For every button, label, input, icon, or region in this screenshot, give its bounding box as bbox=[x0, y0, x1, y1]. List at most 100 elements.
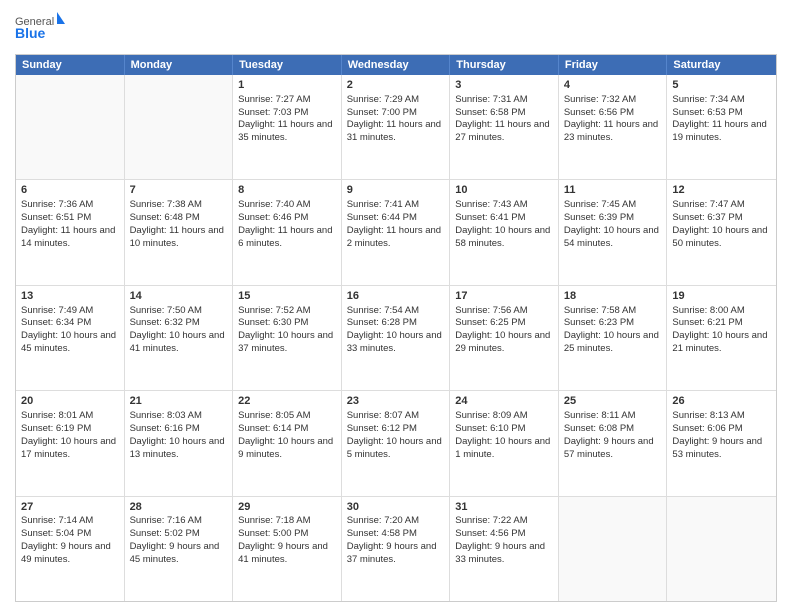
daylight-text: Daylight: 10 hours and 9 minutes. bbox=[238, 436, 333, 460]
sunset-text: Sunset: 6:48 PM bbox=[130, 212, 200, 223]
daylight-text: Daylight: 10 hours and 17 minutes. bbox=[21, 436, 116, 460]
day-number: 10 bbox=[455, 183, 553, 198]
sunrise-text: Sunrise: 7:43 AM bbox=[455, 199, 527, 210]
sunrise-text: Sunrise: 7:50 AM bbox=[130, 305, 202, 316]
sunset-text: Sunset: 6:06 PM bbox=[672, 423, 742, 434]
day-cell-20: 20 Sunrise: 8:01 AM Sunset: 6:19 PM Dayl… bbox=[16, 391, 125, 495]
daylight-text: Daylight: 10 hours and 58 minutes. bbox=[455, 225, 550, 249]
calendar-row-5: 27 Sunrise: 7:14 AM Sunset: 5:04 PM Dayl… bbox=[16, 497, 776, 601]
sunrise-text: Sunrise: 7:56 AM bbox=[455, 305, 527, 316]
sunset-text: Sunset: 6:12 PM bbox=[347, 423, 417, 434]
day-cell-15: 15 Sunrise: 7:52 AM Sunset: 6:30 PM Dayl… bbox=[233, 286, 342, 390]
sunrise-text: Sunrise: 8:01 AM bbox=[21, 410, 93, 421]
calendar-row-2: 6 Sunrise: 7:36 AM Sunset: 6:51 PM Dayli… bbox=[16, 180, 776, 285]
sunrise-text: Sunrise: 8:07 AM bbox=[347, 410, 419, 421]
sunrise-text: Sunrise: 7:45 AM bbox=[564, 199, 636, 210]
day-cell-7: 7 Sunrise: 7:38 AM Sunset: 6:48 PM Dayli… bbox=[125, 180, 234, 284]
sunset-text: Sunset: 5:02 PM bbox=[130, 528, 200, 539]
day-number: 23 bbox=[347, 394, 445, 409]
day-cell-11: 11 Sunrise: 7:45 AM Sunset: 6:39 PM Dayl… bbox=[559, 180, 668, 284]
day-number: 19 bbox=[672, 289, 771, 304]
sunrise-text: Sunrise: 8:00 AM bbox=[672, 305, 744, 316]
day-cell-26: 26 Sunrise: 8:13 AM Sunset: 6:06 PM Dayl… bbox=[667, 391, 776, 495]
day-number: 25 bbox=[564, 394, 662, 409]
day-cell-25: 25 Sunrise: 8:11 AM Sunset: 6:08 PM Dayl… bbox=[559, 391, 668, 495]
day-number: 4 bbox=[564, 78, 662, 93]
daylight-text: Daylight: 11 hours and 10 minutes. bbox=[130, 225, 224, 249]
sunrise-text: Sunrise: 7:58 AM bbox=[564, 305, 636, 316]
day-number: 14 bbox=[130, 289, 228, 304]
sunset-text: Sunset: 7:03 PM bbox=[238, 107, 308, 118]
sunset-text: Sunset: 6:56 PM bbox=[564, 107, 634, 118]
sunrise-text: Sunrise: 8:11 AM bbox=[564, 410, 636, 421]
header: General Blue bbox=[15, 10, 777, 48]
empty-cell bbox=[125, 75, 234, 179]
daylight-text: Daylight: 9 hours and 49 minutes. bbox=[21, 541, 111, 565]
daylight-text: Daylight: 11 hours and 6 minutes. bbox=[238, 225, 332, 249]
daylight-text: Daylight: 11 hours and 2 minutes. bbox=[347, 225, 441, 249]
daylight-text: Daylight: 10 hours and 41 minutes. bbox=[130, 330, 225, 354]
daylight-text: Daylight: 11 hours and 19 minutes. bbox=[672, 119, 766, 143]
sunrise-text: Sunrise: 8:03 AM bbox=[130, 410, 202, 421]
day-number: 13 bbox=[21, 289, 119, 304]
empty-cell bbox=[559, 497, 668, 601]
day-number: 1 bbox=[238, 78, 336, 93]
sunrise-text: Sunrise: 7:49 AM bbox=[21, 305, 93, 316]
day-number: 12 bbox=[672, 183, 771, 198]
sunset-text: Sunset: 6:46 PM bbox=[238, 212, 308, 223]
day-number: 8 bbox=[238, 183, 336, 198]
sunrise-text: Sunrise: 7:20 AM bbox=[347, 515, 419, 526]
header-day-tuesday: Tuesday bbox=[233, 55, 342, 75]
day-cell-23: 23 Sunrise: 8:07 AM Sunset: 6:12 PM Dayl… bbox=[342, 391, 451, 495]
day-number: 3 bbox=[455, 78, 553, 93]
daylight-text: Daylight: 10 hours and 5 minutes. bbox=[347, 436, 442, 460]
sunset-text: Sunset: 7:00 PM bbox=[347, 107, 417, 118]
daylight-text: Daylight: 10 hours and 50 minutes. bbox=[672, 225, 767, 249]
header-day-wednesday: Wednesday bbox=[342, 55, 451, 75]
day-cell-29: 29 Sunrise: 7:18 AM Sunset: 5:00 PM Dayl… bbox=[233, 497, 342, 601]
sunrise-text: Sunrise: 7:54 AM bbox=[347, 305, 419, 316]
page: General Blue SundayMondayTuesdayWednesda… bbox=[0, 0, 792, 612]
sunset-text: Sunset: 6:32 PM bbox=[130, 317, 200, 328]
day-number: 18 bbox=[564, 289, 662, 304]
daylight-text: Daylight: 9 hours and 57 minutes. bbox=[564, 436, 654, 460]
sunrise-text: Sunrise: 7:32 AM bbox=[564, 94, 636, 105]
day-cell-19: 19 Sunrise: 8:00 AM Sunset: 6:21 PM Dayl… bbox=[667, 286, 776, 390]
header-day-sunday: Sunday bbox=[16, 55, 125, 75]
day-number: 16 bbox=[347, 289, 445, 304]
day-cell-2: 2 Sunrise: 7:29 AM Sunset: 7:00 PM Dayli… bbox=[342, 75, 451, 179]
sunset-text: Sunset: 5:00 PM bbox=[238, 528, 308, 539]
day-number: 24 bbox=[455, 394, 553, 409]
daylight-text: Daylight: 10 hours and 1 minute. bbox=[455, 436, 550, 460]
daylight-text: Daylight: 10 hours and 29 minutes. bbox=[455, 330, 550, 354]
day-number: 20 bbox=[21, 394, 119, 409]
sunset-text: Sunset: 4:58 PM bbox=[347, 528, 417, 539]
sunset-text: Sunset: 6:30 PM bbox=[238, 317, 308, 328]
daylight-text: Daylight: 9 hours and 53 minutes. bbox=[672, 436, 762, 460]
sunrise-text: Sunrise: 7:16 AM bbox=[130, 515, 202, 526]
sunrise-text: Sunrise: 7:34 AM bbox=[672, 94, 744, 105]
daylight-text: Daylight: 10 hours and 21 minutes. bbox=[672, 330, 767, 354]
day-number: 31 bbox=[455, 500, 553, 515]
day-cell-28: 28 Sunrise: 7:16 AM Sunset: 5:02 PM Dayl… bbox=[125, 497, 234, 601]
sunrise-text: Sunrise: 7:31 AM bbox=[455, 94, 527, 105]
sunset-text: Sunset: 6:37 PM bbox=[672, 212, 742, 223]
day-number: 28 bbox=[130, 500, 228, 515]
calendar-body: 1 Sunrise: 7:27 AM Sunset: 7:03 PM Dayli… bbox=[16, 75, 776, 601]
daylight-text: Daylight: 10 hours and 45 minutes. bbox=[21, 330, 116, 354]
daylight-text: Daylight: 9 hours and 33 minutes. bbox=[455, 541, 545, 565]
calendar-row-1: 1 Sunrise: 7:27 AM Sunset: 7:03 PM Dayli… bbox=[16, 75, 776, 180]
day-number: 29 bbox=[238, 500, 336, 515]
day-cell-9: 9 Sunrise: 7:41 AM Sunset: 6:44 PM Dayli… bbox=[342, 180, 451, 284]
daylight-text: Daylight: 9 hours and 37 minutes. bbox=[347, 541, 437, 565]
day-number: 22 bbox=[238, 394, 336, 409]
sunrise-text: Sunrise: 7:52 AM bbox=[238, 305, 310, 316]
sunrise-text: Sunrise: 8:09 AM bbox=[455, 410, 527, 421]
day-cell-17: 17 Sunrise: 7:56 AM Sunset: 6:25 PM Dayl… bbox=[450, 286, 559, 390]
day-cell-10: 10 Sunrise: 7:43 AM Sunset: 6:41 PM Dayl… bbox=[450, 180, 559, 284]
day-number: 15 bbox=[238, 289, 336, 304]
sunrise-text: Sunrise: 7:29 AM bbox=[347, 94, 419, 105]
day-cell-16: 16 Sunrise: 7:54 AM Sunset: 6:28 PM Dayl… bbox=[342, 286, 451, 390]
day-cell-27: 27 Sunrise: 7:14 AM Sunset: 5:04 PM Dayl… bbox=[16, 497, 125, 601]
sunset-text: Sunset: 5:04 PM bbox=[21, 528, 91, 539]
